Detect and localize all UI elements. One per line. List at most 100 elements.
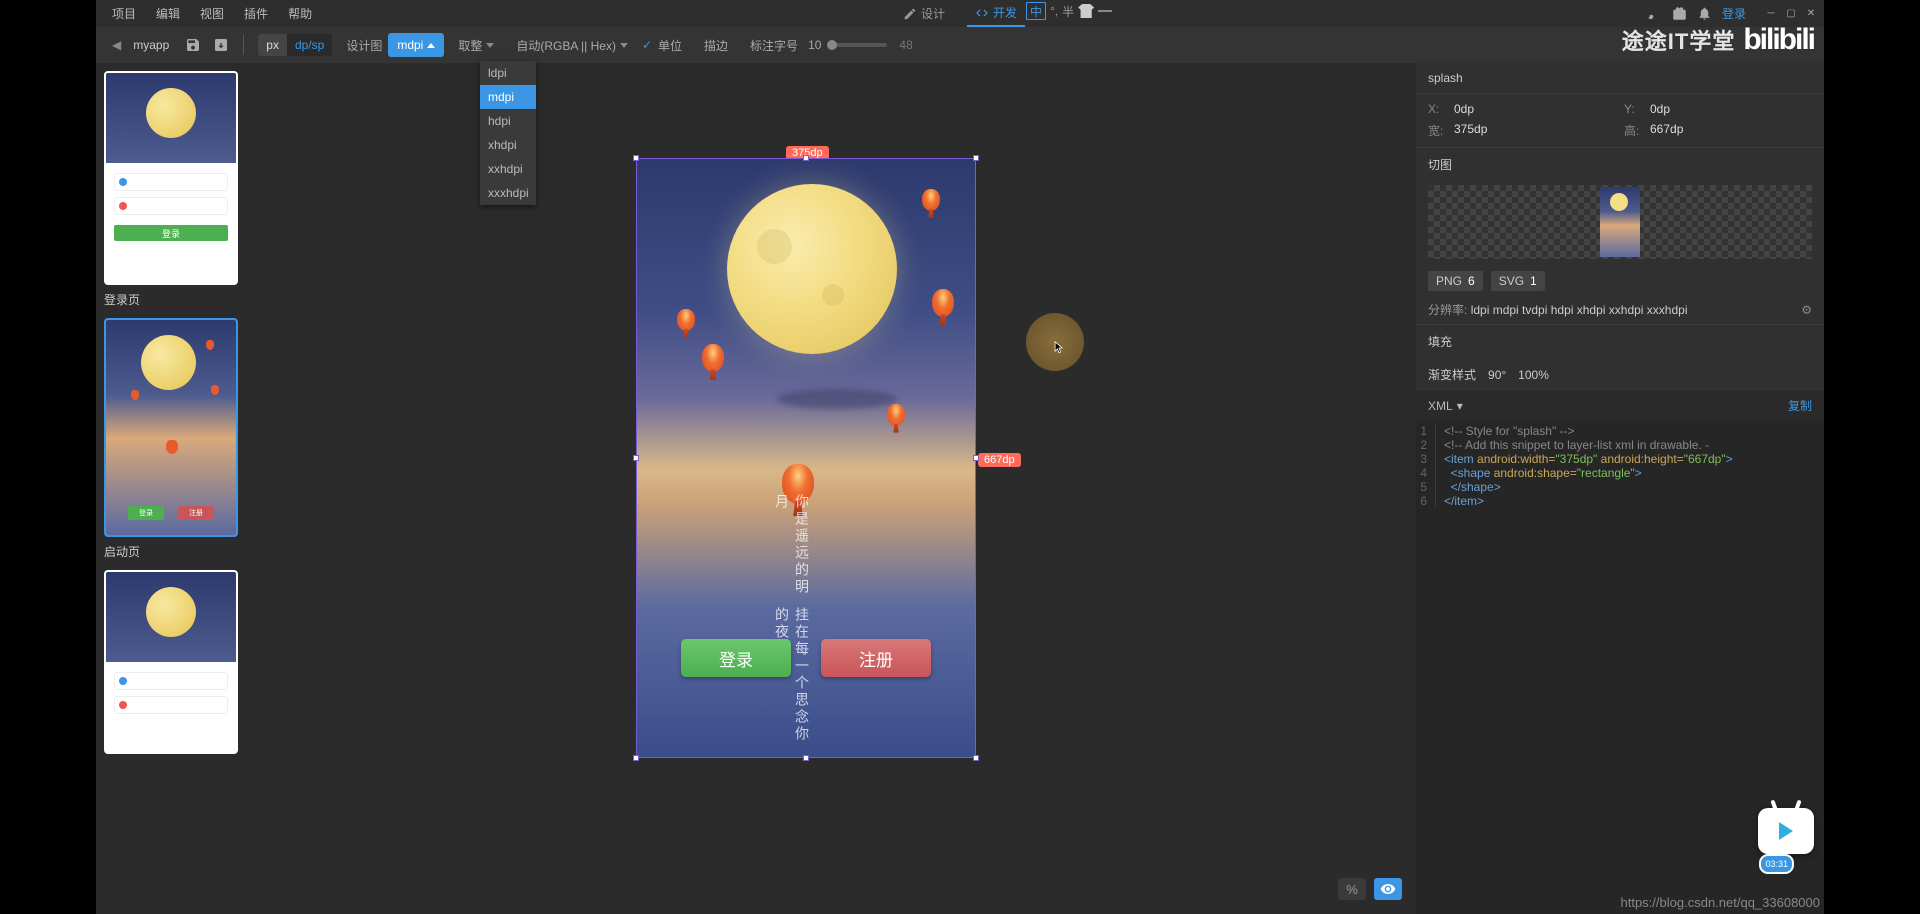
copy-button[interactable]: 复制 [1788,397,1812,414]
bell-icon[interactable] [1697,6,1712,21]
toolbar: ◀ myapp px dp/sp 设计图 mdpi 取整 自动(RGBA || … [96,27,1824,63]
menu-edit[interactable]: 编辑 [146,1,190,26]
source-url: https://blog.csdn.net/qq_33608000 [1621,895,1821,910]
chevron-down-icon [620,43,628,48]
lantern-graphic [932,289,954,317]
tab-design[interactable]: 设计 [895,1,953,26]
slider-max: 48 [899,38,912,52]
unit-checkbox[interactable]: ✓ [642,38,652,52]
artboard-list: 登录 登录页 登录 注册 启动页 [96,63,246,914]
prop-x: 0dp [1454,102,1616,116]
resize-handle[interactable] [973,755,979,761]
fontsize-slider[interactable] [827,43,887,47]
resize-handle[interactable] [973,155,979,161]
window-minimize-icon[interactable]: ─ [1764,7,1778,21]
menubar: 项目 编辑 视图 插件 帮助 设计 开发 登录 ─ ▢ ✕ [96,0,1824,27]
resize-handle[interactable] [633,455,639,461]
unit-checkbox-label: 单位 [658,37,682,54]
percent-toggle[interactable]: % [1338,878,1366,900]
breadcrumb[interactable]: myapp [133,38,169,52]
prop-height: 667dp [1650,122,1812,139]
fill-section-label: 填充 [1416,324,1824,358]
dpi-option-xxxhdpi[interactable]: xxxhdpi [480,181,536,205]
menu-help[interactable]: 帮助 [278,1,322,26]
ime-skin-icon [1078,4,1094,18]
artboard-splash[interactable]: 你是遥远的明月 挂在每一个思念你的夜 登录 注册 [636,158,976,758]
round-select[interactable]: 取整 [450,33,502,58]
export-png[interactable]: PNG6 [1428,271,1483,291]
ime-dash-icon [1098,10,1112,12]
pencil-icon [903,7,917,21]
unit-px[interactable]: px [258,34,287,56]
dpi-option-ldpi[interactable]: ldpi [480,61,536,85]
thumbnail-login-label: 登录页 [104,291,238,308]
timestamp-badge: 03:31 [1759,854,1794,874]
thumbnail-splash[interactable]: 登录 注册 [104,318,238,537]
moon-graphic [727,184,897,354]
visibility-toggle[interactable] [1374,878,1402,900]
code-icon [975,6,989,20]
code-lang-select[interactable]: XML ▾ [1428,399,1463,413]
dpi-dropdown[interactable]: ldpi mdpi hdpi xhdpi xxhdpi xxxhdpi [480,61,536,205]
chevron-up-icon [427,43,435,48]
export-svg[interactable]: SVG1 [1491,271,1545,291]
dpi-option-xhdpi[interactable]: xhdpi [480,133,536,157]
thumbnail-splash-label: 启动页 [104,543,238,560]
login-link[interactable]: 登录 [1722,5,1746,22]
resize-handle[interactable] [633,755,639,761]
design-label: 设计图 [346,37,382,54]
unit-dpsp[interactable]: dp/sp [287,34,332,56]
gift-icon[interactable] [1672,6,1687,21]
layer-name: splash [1416,63,1824,94]
stroke-label: 描边 [704,37,728,54]
window-close-icon[interactable]: ✕ [1804,7,1818,21]
thumbnail-login-2[interactable] [104,570,238,754]
slice-section-label: 切图 [1416,147,1824,181]
tab-develop[interactable]: 开发 [967,0,1025,27]
resolution-list: ldpi mdpi tvdpi hdpi xhdpi xxhdpi xxxhdp… [1471,303,1688,317]
dpi-option-xxhdpi[interactable]: xxhdpi [480,157,536,181]
colormode-select[interactable]: 自动(RGBA || Hex) [508,33,636,58]
gear-icon[interactable]: ⚙ [1801,303,1812,317]
dpi-option-hdpi[interactable]: hdpi [480,109,536,133]
resize-handle[interactable] [803,155,809,161]
ime-lang-icon: 中 [1026,2,1046,20]
fontsize-label: 标注字号 [750,37,798,54]
slice-preview [1428,185,1812,259]
prop-y: 0dp [1650,102,1812,116]
back-icon[interactable]: ◀ [106,38,127,52]
export-icon[interactable] [213,37,229,53]
lantern-graphic [922,189,940,211]
bilibili-play-icon[interactable] [1758,808,1814,854]
poem-text: 你是遥远的明月 挂在每一个思念你的夜 [772,494,812,757]
lantern-graphic [677,309,695,331]
window-maximize-icon[interactable]: ▢ [1784,7,1798,21]
lantern-graphic [702,344,724,372]
height-badge: 667dp [978,453,1021,467]
fontsize-value: 10 [808,38,821,52]
resize-handle[interactable] [633,155,639,161]
eye-icon [1380,881,1396,897]
unit-toggle[interactable]: px dp/sp [258,34,332,56]
menu-project[interactable]: 项目 [102,1,146,26]
prop-width: 375dp [1454,122,1616,139]
brush-icon[interactable] [1647,6,1662,21]
lantern-graphic [887,404,905,426]
dpi-select[interactable]: mdpi [388,33,444,57]
chevron-down-icon: ▾ [1457,399,1463,413]
bilibili-logo: bilibili [1743,23,1814,57]
dpi-option-mdpi[interactable]: mdpi [480,85,536,109]
canvas[interactable]: 375dp 667dp 你是遥远的明月 [246,63,1416,914]
brand-text: 途途IT学堂 [1622,24,1736,56]
save-icon[interactable] [185,37,201,53]
menu-plugins[interactable]: 插件 [234,1,278,26]
inspector-panel: splash X:0dp Y:0dp 宽:375dp 高:667dp 切图 PN… [1416,63,1824,914]
login-button: 登录 [681,639,791,677]
register-button: 注册 [821,639,931,677]
chevron-down-icon [486,43,494,48]
thumbnail-login[interactable]: 登录 [104,71,238,285]
resize-handle[interactable] [973,455,979,461]
ime-indicator: 中 °, 半 [1026,2,1112,20]
menu-view[interactable]: 视图 [190,1,234,26]
gradient-label: 渐变样式 [1428,366,1476,383]
